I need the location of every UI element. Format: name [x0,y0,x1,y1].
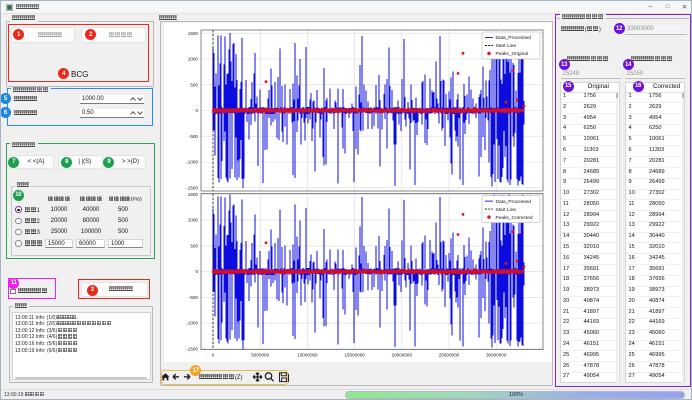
svg-text:20000000: 20000000 [392,353,413,358]
svg-text:Data_Processed: Data_Processed [496,199,532,205]
svg-text:1000: 1000 [188,57,199,62]
svg-text:500: 500 [190,82,198,87]
svg-text:500: 500 [190,244,198,249]
svg-text:0: 0 [212,353,215,358]
svg-text:5000000: 5000000 [251,353,269,358]
svg-text:1500: 1500 [188,192,199,197]
svg-text:Peaks_Corrected: Peaks_Corrected [496,215,533,221]
svg-text:0: 0 [195,108,198,113]
svg-text:Start Line: Start Line [496,43,517,49]
svg-text:-500: -500 [189,134,199,139]
svg-text:25000000: 25000000 [439,353,460,358]
svg-text:-1500: -1500 [186,347,198,352]
svg-text:1500: 1500 [188,31,199,36]
svg-text:0: 0 [195,269,198,274]
svg-text:-500: -500 [189,295,199,300]
svg-text:15000000: 15000000 [344,353,365,358]
svg-text:Peaks_Original: Peaks_Original [496,51,529,57]
svg-text:-1000: -1000 [186,160,198,165]
svg-text:30000000: 30000000 [486,353,507,358]
svg-text:Data_Processed: Data_Processed [496,35,532,41]
svg-text:-1000: -1000 [186,321,198,326]
svg-text:1000: 1000 [188,218,199,223]
svg-text:Start Line: Start Line [496,207,517,213]
svg-text:10000000: 10000000 [297,353,318,358]
svg-text:-1500: -1500 [186,185,198,190]
